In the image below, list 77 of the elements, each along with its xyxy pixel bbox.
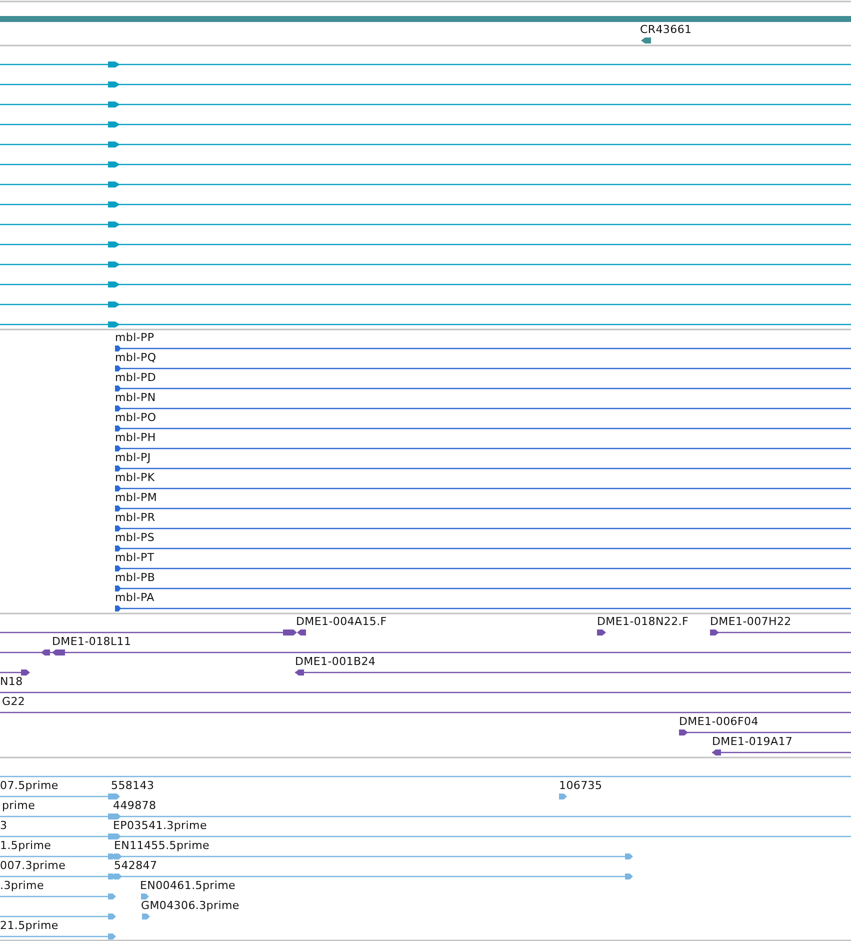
- feature-label: mbl-PD: [115, 371, 156, 384]
- feature-arrow[interactable]: [0, 142, 851, 148]
- feature-label: prime: [2, 799, 36, 812]
- feature-label: 449878: [113, 799, 156, 812]
- feature-arrow[interactable]: [0, 182, 851, 188]
- feature-arrow[interactable]: [295, 670, 851, 676]
- feature-arrow[interactable]: [115, 386, 851, 392]
- feature-label: N18: [0, 675, 23, 688]
- feature-label: EN00461.5prime: [140, 879, 236, 892]
- feature-arrow[interactable]: [0, 630, 297, 636]
- feature-arrow[interactable]: [0, 222, 851, 228]
- feature-label: mbl-PO: [115, 411, 156, 424]
- feature-arrow[interactable]: [0, 262, 851, 268]
- feature-label: mbl-PM: [115, 491, 158, 504]
- feature-label: DME1-001B24: [295, 655, 376, 668]
- feature-label: DME1-018L11: [52, 635, 132, 648]
- feature-label: DME1-006F04: [679, 715, 758, 728]
- feature-arrow[interactable]: [115, 526, 851, 532]
- feature-label: EN11455.5prime: [114, 839, 210, 852]
- feature-label: 21.5prime: [0, 919, 58, 932]
- feature-label: DME1-004A15.F: [296, 615, 387, 628]
- feature-label: mbl-PK: [115, 471, 155, 484]
- feature-label: 558143: [111, 779, 154, 792]
- feature-label: 007.3prime: [0, 859, 66, 872]
- feature-label: mbl-PR: [115, 511, 156, 524]
- feature-arrow[interactable]: [0, 322, 851, 328]
- feature-label: mbl-PT: [115, 551, 154, 564]
- feature-label: 3: [0, 819, 8, 832]
- feature-arrow[interactable]: [115, 426, 851, 432]
- feature-arrow[interactable]: [115, 446, 851, 452]
- feature-arrow[interactable]: [115, 406, 851, 412]
- feature-label: mbl-PH: [115, 431, 156, 444]
- feature-arrow[interactable]: [641, 38, 651, 44]
- feature-label: 106735: [559, 779, 602, 792]
- feature-arrow[interactable]: [0, 62, 851, 68]
- feature-label: mbl-PN: [115, 391, 156, 404]
- feature-label: DME1-007H22: [710, 615, 792, 628]
- feature-arrow[interactable]: [0, 162, 851, 168]
- feature-label: EP03541.3prime: [113, 819, 207, 832]
- feature-arrow[interactable]: [115, 586, 851, 592]
- feature-arrow[interactable]: [0, 242, 851, 248]
- feature-label: mbl-PP: [115, 331, 154, 344]
- feature-arrow[interactable]: [710, 630, 851, 636]
- feature-arrow[interactable]: [0, 670, 30, 676]
- feature-arrow[interactable]: [115, 566, 851, 572]
- feature-arrow[interactable]: [297, 630, 306, 636]
- feature-label: GM04306.3prime: [141, 899, 240, 912]
- feature-label: 542847: [114, 859, 158, 872]
- feature-label: mbl-PJ: [115, 451, 151, 464]
- feature-label: mbl-PA: [115, 591, 154, 604]
- feature-arrow[interactable]: [0, 282, 851, 288]
- feature-arrow[interactable]: [115, 486, 851, 492]
- feature-label: mbl-PS: [115, 531, 155, 544]
- feature-arrow[interactable]: [115, 466, 851, 472]
- feature-label: .3prime: [0, 879, 44, 892]
- feature-label: mbl-PB: [115, 571, 156, 584]
- feature-arrow[interactable]: [0, 202, 851, 208]
- feature-arrow[interactable]: [115, 366, 851, 372]
- feature-arrow[interactable]: [712, 750, 851, 756]
- feature-label: DME1-018N22.F: [597, 615, 689, 628]
- feature-arrow[interactable]: [597, 630, 606, 636]
- feature-label: CR43661: [640, 23, 692, 36]
- feature-arrow[interactable]: [679, 730, 851, 736]
- feature-arrow[interactable]: [0, 650, 851, 656]
- feature-arrow[interactable]: [0, 302, 851, 308]
- feature-label: 1.5prime: [0, 839, 52, 852]
- feature-label: mbl-PQ: [115, 351, 156, 364]
- feature-arrow[interactable]: [0, 82, 851, 88]
- feature-arrow[interactable]: [115, 506, 851, 512]
- feature-arrow[interactable]: [115, 546, 851, 552]
- feature-arrow[interactable]: [115, 606, 851, 612]
- feature-arrow[interactable]: [0, 102, 851, 108]
- feature-arrow[interactable]: [0, 122, 851, 128]
- feature-label: 07.5prime: [0, 779, 58, 792]
- feature-label: DME1-019A17: [712, 735, 793, 748]
- feature-label: G22: [2, 695, 26, 708]
- feature-arrow[interactable]: [115, 346, 851, 352]
